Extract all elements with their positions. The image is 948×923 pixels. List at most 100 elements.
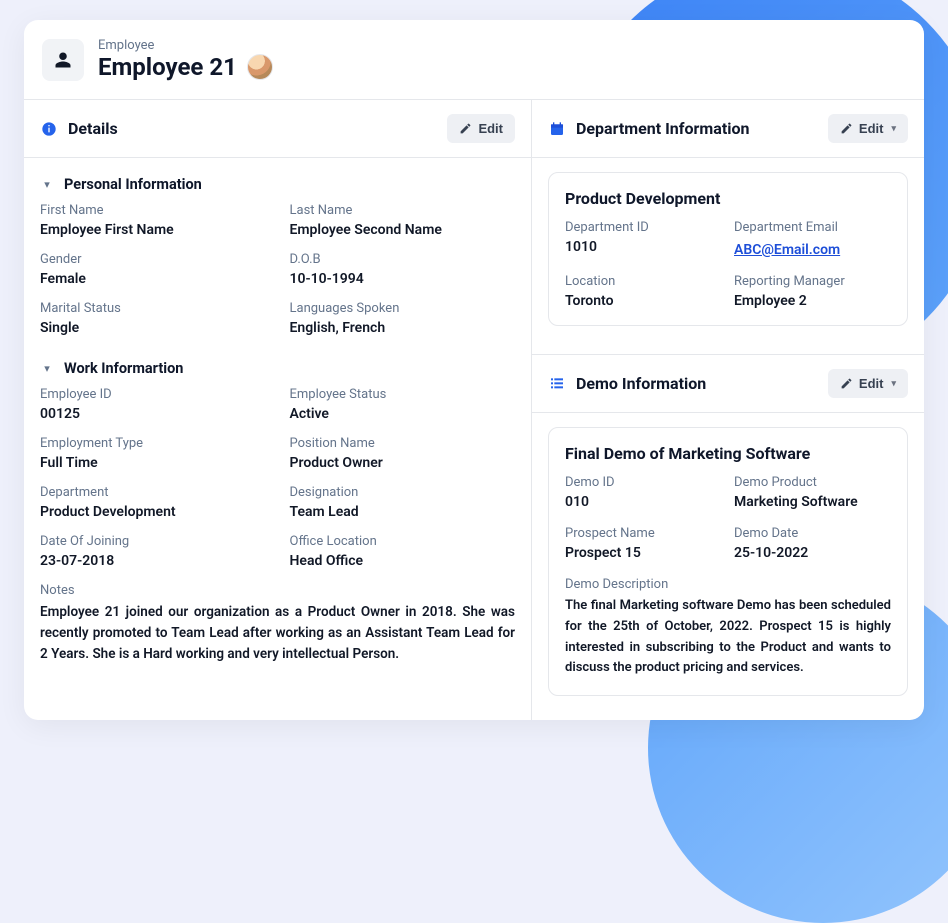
demo-date-label: Demo Date [734,526,891,541]
department-name: Product Development [565,189,891,208]
designation-field: Designation Team Lead [290,485,516,520]
prospect-name-label: Prospect Name [565,526,722,541]
details-column: Details Edit ▾ Personal Information [24,100,532,720]
marital-status-value: Single [40,320,266,336]
doj-field: Date Of Joining 23-07-2018 [40,534,266,569]
details-edit-button[interactable]: Edit [447,114,515,143]
demo-body: Final Demo of Marketing Software Demo ID… [532,413,924,720]
demo-product-field: Demo Product Marketing Software [734,475,891,510]
demo-product-value: Marketing Software [734,494,891,510]
dob-field: D.O.B 10-10-1994 [290,252,516,287]
employee-status-field: Employee Status Active [290,387,516,422]
chevron-down-icon: ▾ [891,378,896,389]
demo-edit-button[interactable]: Edit ▾ [828,369,908,398]
last-name-label: Last Name [290,203,516,218]
demo-title: Final Demo of Marketing Software [565,444,891,463]
header-title: Employee 21 [98,53,273,81]
employee-id-label: Employee ID [40,387,266,402]
dob-value: 10-10-1994 [290,271,516,287]
employee-icon [42,39,84,81]
demo-section-title: Demo Information [576,374,706,393]
reporting-manager-label: Reporting Manager [734,274,891,289]
demo-panel: Final Demo of Marketing Software Demo ID… [548,427,908,696]
reporting-manager-field: Reporting Manager Employee 2 [734,274,891,309]
demo-id-field: Demo ID 010 [565,475,722,510]
demo-description-field: Demo Description The final Marketing sof… [565,577,891,679]
department-id-label: Department ID [565,220,722,235]
employee-id-field: Employee ID 00125 [40,387,266,422]
personal-info-title: Personal Information [64,176,202,193]
reporting-manager-value: Employee 2 [734,293,891,309]
demo-description-label: Demo Description [565,577,891,592]
employee-name: Employee 21 [98,53,237,81]
info-icon [40,120,58,138]
card-header: Employee Employee 21 [24,20,924,99]
marital-status-label: Marital Status [40,301,266,316]
personal-info-toggle[interactable]: ▾ Personal Information [40,170,515,203]
department-panel: Product Development Department ID 1010 D… [548,172,908,326]
employment-type-label: Employment Type [40,436,266,451]
dob-label: D.O.B [290,252,516,267]
position-name-label: Position Name [290,436,516,451]
first-name-field: First Name Employee First Name [40,203,266,238]
employee-status-value: Active [290,406,516,422]
work-info-toggle[interactable]: ▾ Work Informartion [40,354,515,387]
doj-value: 23-07-2018 [40,553,266,569]
prospect-name-field: Prospect Name Prospect 15 [565,526,722,561]
employee-status-label: Employee Status [290,387,516,402]
calendar-icon [548,120,566,138]
personal-info-section: ▾ Personal Information First Name Employ… [40,170,515,336]
employee-avatar [247,54,273,80]
department-label: Department [40,485,266,500]
demo-product-label: Demo Product [734,475,891,490]
chevron-down-icon: ▾ [891,123,896,134]
languages-field: Languages Spoken English, French [290,301,516,336]
header-supertitle: Employee [98,38,273,53]
office-location-label: Office Location [290,534,516,549]
last-name-field: Last Name Employee Second Name [290,203,516,238]
chevron-down-icon: ▾ [40,178,54,192]
details-scroll: ▾ Personal Information First Name Employ… [24,158,531,699]
prospect-name-value: Prospect 15 [565,545,722,561]
department-email-label: Department Email [734,220,891,235]
department-location-field: Location Toronto [565,274,722,309]
notes-field: Notes Employee 21 joined our organizatio… [40,583,515,665]
demo-section-header: Demo Information Edit ▾ [532,355,924,413]
department-id-field: Department ID 1010 [565,220,722,258]
department-email-field: Department Email ABC@Email.com [734,220,891,258]
position-name-value: Product Owner [290,455,516,471]
languages-label: Languages Spoken [290,301,516,316]
gender-field: Gender Female [40,252,266,287]
marital-status-field: Marital Status Single [40,301,266,336]
demo-edit-label: Edit [859,376,884,391]
demo-date-field: Demo Date 25-10-2022 [734,526,891,561]
department-body: Product Development Department ID 1010 D… [532,158,924,354]
department-location-value: Toronto [565,293,722,309]
details-title: Details [68,119,118,138]
department-email-link[interactable]: ABC@Email.com [734,242,840,258]
department-section-header: Department Information Edit ▾ [532,100,924,158]
department-location-label: Location [565,274,722,289]
demo-description-text: The final Marketing software Demo has be… [565,596,891,679]
details-section-header: Details Edit [24,100,531,158]
department-section-title: Department Information [576,119,749,138]
notes-label: Notes [40,583,515,598]
department-value: Product Development [40,504,266,520]
list-icon [548,374,566,392]
employment-type-value: Full Time [40,455,266,471]
right-column: Department Information Edit ▾ Product De… [532,100,924,720]
department-field: Department Product Development [40,485,266,520]
details-edit-label: Edit [478,121,503,136]
demo-date-value: 25-10-2022 [734,545,891,561]
gender-label: Gender [40,252,266,267]
work-info-section: ▾ Work Informartion Employee ID 00125 Em… [40,354,515,665]
notes-text: Employee 21 joined our organization as a… [40,602,515,665]
office-location-value: Head Office [290,553,516,569]
first-name-value: Employee First Name [40,222,266,238]
languages-value: English, French [290,320,516,336]
department-edit-label: Edit [859,121,884,136]
designation-value: Team Lead [290,504,516,520]
department-edit-button[interactable]: Edit ▾ [828,114,908,143]
work-info-title: Work Informartion [64,360,183,377]
first-name-label: First Name [40,203,266,218]
